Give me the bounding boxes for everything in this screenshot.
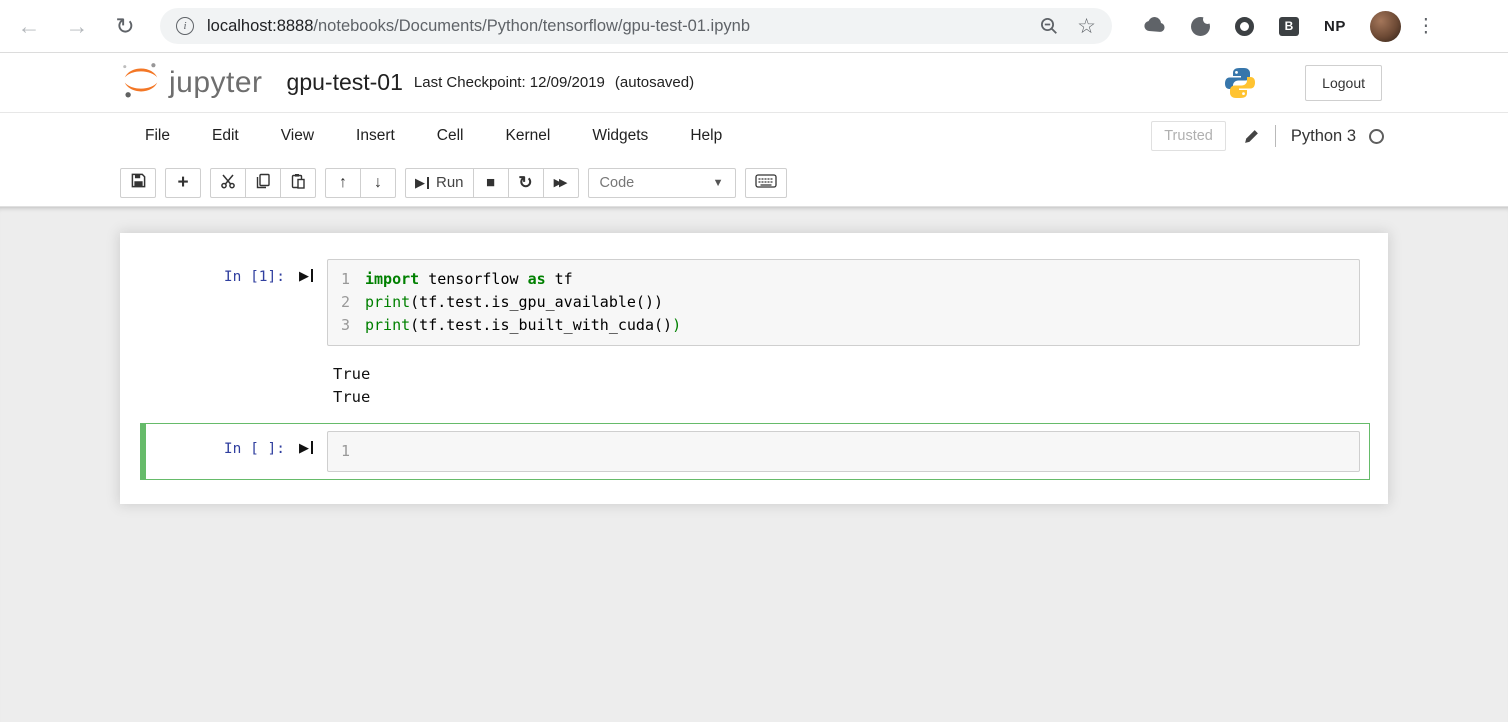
run-button[interactable]: ▶ Run <box>405 168 474 198</box>
cell-type-select[interactable]: Code ▼ <box>588 168 736 198</box>
menu-item-widgets[interactable]: Widgets <box>571 121 669 151</box>
line-number: 2 <box>328 291 365 314</box>
plus-icon: + <box>177 172 188 194</box>
notebook-body: In [1]: ▶ 1 import tensorflow as tf 2 pr… <box>0 206 1508 722</box>
code-editor-2[interactable]: 1 <box>327 431 1360 472</box>
back-icon[interactable]: ← <box>16 13 42 39</box>
interrupt-kernel-button[interactable]: ■ <box>473 168 509 198</box>
browser-toolbar: ← → ↻ i localhost:8888/notebooks/Documen… <box>0 0 1508 53</box>
address-bar[interactable]: i localhost:8888/notebooks/Documents/Pyt… <box>160 8 1112 44</box>
restart-run-all-button[interactable]: ▶▶ <box>543 168 579 198</box>
save-icon <box>131 173 146 192</box>
cell-type-value: Code <box>600 175 635 191</box>
run-icon: ▶ <box>415 176 429 189</box>
copy-icon <box>255 173 271 193</box>
url-path: /notebooks/Documents/Python/tensorflow/g… <box>313 17 750 35</box>
notebook-title[interactable]: gpu-test-01 <box>287 69 403 96</box>
menu-item-help[interactable]: Help <box>669 121 743 151</box>
menu-item-edit[interactable]: Edit <box>191 121 260 151</box>
line-number: 1 <box>328 440 365 463</box>
input-prompt: In [ ]: <box>146 431 285 457</box>
menu-item-view[interactable]: View <box>260 121 335 151</box>
run-cell-icon[interactable]: ▶ <box>285 431 327 454</box>
up-arrow-icon: ↑ <box>339 174 347 192</box>
profile-avatar[interactable] <box>1370 11 1401 42</box>
menu-item-cell[interactable]: Cell <box>416 121 485 151</box>
chevron-down-icon: ▼ <box>713 177 724 189</box>
paste-cell-button[interactable] <box>280 168 316 198</box>
keyboard-icon <box>755 173 777 193</box>
output-line: True <box>333 386 1388 409</box>
add-cell-button[interactable]: + <box>165 168 201 198</box>
circle-extension-icon[interactable] <box>1191 17 1210 36</box>
jupyter-wordmark[interactable]: jupyter <box>169 66 263 100</box>
ring-extension-icon[interactable] <box>1235 17 1254 36</box>
code-editor-1[interactable]: 1 import tensorflow as tf 2 print(tf.tes… <box>327 259 1360 346</box>
menu-item-file[interactable]: File <box>124 121 191 151</box>
down-arrow-icon: ↓ <box>374 174 382 192</box>
menubar-divider <box>1275 125 1276 147</box>
restart-icon: ↻ <box>518 173 532 193</box>
fast-forward-icon: ▶▶ <box>554 176 568 189</box>
paste-icon <box>290 173 306 193</box>
cut-cell-button[interactable] <box>210 168 246 198</box>
code-line: 1 <box>328 440 1351 463</box>
logout-button[interactable]: Logout <box>1305 65 1382 101</box>
code-line: 2 print(tf.test.is_gpu_available()) <box>328 291 1351 314</box>
screen: ← → ↻ i localhost:8888/notebooks/Documen… <box>0 0 1508 722</box>
save-button[interactable] <box>120 168 156 198</box>
autosave-text: (autosaved) <box>615 74 694 91</box>
reload-icon[interactable]: ↻ <box>112 13 138 39</box>
move-cell-down-button[interactable]: ↓ <box>360 168 396 198</box>
page-info-icon[interactable]: i <box>176 17 194 35</box>
b-extension-icon[interactable]: B <box>1279 17 1299 36</box>
zoom-icon[interactable] <box>1039 16 1059 36</box>
jupyter-header: jupyter gpu-test-01 Last Checkpoint: 12/… <box>0 53 1508 113</box>
browser-menu-icon[interactable]: ⋮ <box>1415 15 1437 38</box>
menu-item-kernel[interactable]: Kernel <box>485 121 572 151</box>
cloud-extension-icon[interactable] <box>1142 15 1166 38</box>
python-logo-icon <box>1223 66 1257 100</box>
output-line: True <box>333 363 1388 386</box>
cell-output: True True <box>333 351 1388 411</box>
kernel-name: Python 3 <box>1291 127 1356 146</box>
notebook-toolbar: + ↑ ↓ ▶ <box>0 159 1508 206</box>
restart-kernel-button[interactable]: ↻ <box>508 168 544 198</box>
forward-icon[interactable]: → <box>64 13 90 39</box>
kernel-status-icon <box>1369 129 1384 144</box>
run-label: Run <box>436 174 464 191</box>
checkpoint-text: Last Checkpoint: 12/09/2019 <box>414 74 605 91</box>
url-host: localhost:8888 <box>207 17 313 35</box>
np-extension-icon[interactable]: NP <box>1324 18 1346 35</box>
url-text[interactable]: localhost:8888/notebooks/Documents/Pytho… <box>207 17 1021 36</box>
line-number: 1 <box>328 268 365 291</box>
scissors-icon <box>220 173 236 193</box>
stop-icon: ■ <box>486 174 495 191</box>
bookmark-star-icon[interactable]: ☆ <box>1077 14 1096 39</box>
move-cell-up-button[interactable]: ↑ <box>325 168 361 198</box>
line-number: 3 <box>328 314 365 337</box>
code-cell-2-selected[interactable]: In [ ]: ▶ 1 <box>140 423 1370 480</box>
copy-cell-button[interactable] <box>245 168 281 198</box>
input-prompt: In [1]: <box>120 259 285 285</box>
keyboard-shortcuts-button[interactable] <box>745 168 787 198</box>
run-cell-icon[interactable]: ▶ <box>285 259 327 282</box>
notebook-menubar: File Edit View Insert Cell Kernel Widget… <box>0 113 1508 159</box>
trusted-badge[interactable]: Trusted <box>1151 121 1226 151</box>
code-line: 1 import tensorflow as tf <box>328 268 1351 291</box>
code-cell-1[interactable]: In [1]: ▶ 1 import tensorflow as tf 2 pr… <box>120 253 1388 351</box>
menu-item-insert[interactable]: Insert <box>335 121 416 151</box>
menubar-right: Trusted Python 3 <box>1151 121 1384 151</box>
pencil-icon[interactable] <box>1243 128 1260 145</box>
extensions-row: B NP <box>1142 15 1346 38</box>
code-line: 3 print(tf.test.is_built_with_cuda()) <box>328 314 1351 337</box>
jupyter-logo-icon[interactable] <box>120 59 162 106</box>
notebook-container: In [1]: ▶ 1 import tensorflow as tf 2 pr… <box>120 233 1388 504</box>
